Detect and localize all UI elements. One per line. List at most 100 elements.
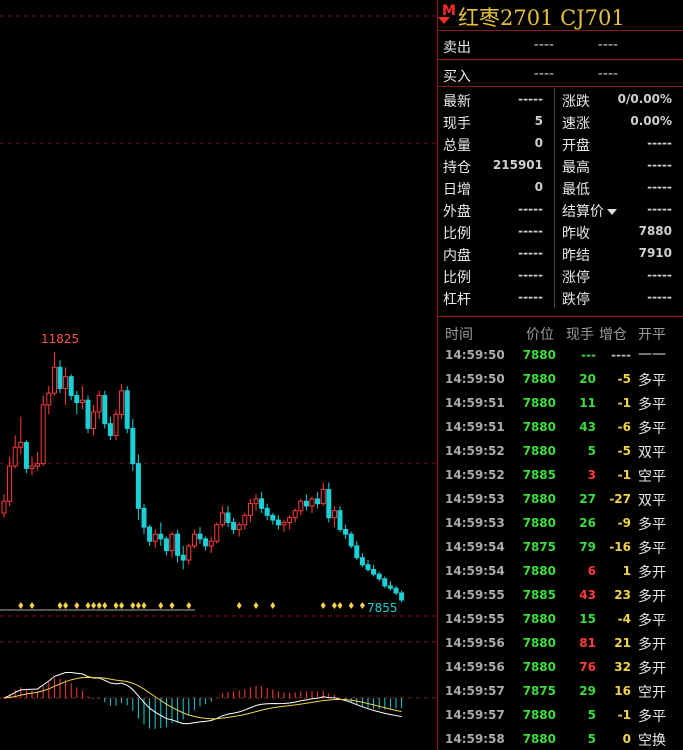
tick-volume: 5 [587, 444, 596, 458]
candle-body [376, 573, 382, 580]
tick-price: 7880 [522, 612, 556, 626]
candle-body [197, 533, 203, 540]
ask-price: ---- [533, 37, 554, 53]
signal-diamond [270, 602, 276, 609]
candle-body [163, 538, 169, 552]
tick-open-close: 多平 [638, 373, 666, 389]
quote-row: 日增 0 [443, 176, 543, 198]
tick-time: 14:59:56 [445, 660, 505, 674]
tick-oi-change: 23 [614, 588, 631, 602]
tick-oi-change: 1 [622, 564, 631, 578]
tick-price: 7880 [522, 396, 556, 410]
candle-body [135, 463, 141, 509]
quote-value: ----- [647, 136, 672, 150]
quote-label: 比例 [443, 226, 471, 242]
tick-open-close: 多平 [638, 397, 666, 413]
signal-diamond [63, 602, 69, 609]
tick-oi-change: ---- [611, 348, 631, 362]
bid-price: ---- [533, 66, 554, 82]
quote-row: 杠杆 ----- [443, 286, 543, 308]
quote-panel: M 红枣2701 CJ701 卖出 ---- ---- 买入 ---- ----… [437, 0, 683, 750]
col-time: 时间 [445, 327, 473, 343]
tick-time: 14:59:52 [445, 444, 505, 458]
tick-time: 14:59:50 [445, 372, 505, 386]
tick-volume: 79 [579, 540, 596, 554]
candle-body [152, 533, 158, 542]
candle-body [74, 394, 80, 404]
tick-open-close: 空平 [638, 469, 666, 485]
candle-body [147, 526, 153, 542]
quote-row: 内盘 ----- [443, 242, 543, 264]
signal-diamond [96, 602, 102, 609]
quote-row: 最新 ----- [443, 88, 543, 110]
kline-chart[interactable]: 11825 7855 [0, 0, 437, 750]
candle-body [247, 503, 253, 516]
candle-body [119, 390, 125, 415]
candle-body [371, 568, 377, 575]
tick-row: 14:59:54 7875 79 -16 多平 [438, 535, 683, 559]
tick-volume: 26 [579, 516, 596, 530]
ask-volume: ---- [597, 37, 618, 53]
kline-chart-area[interactable]: 11825 7855 [0, 0, 437, 750]
high-price-label: 11825 [41, 332, 79, 346]
candle-body [387, 585, 393, 589]
signal-diamond [119, 602, 125, 609]
quote-label: 结算价 [562, 201, 617, 221]
candle-body [85, 399, 91, 429]
candle-body [253, 498, 259, 505]
candle-body [236, 524, 242, 530]
tick-time: 14:59:51 [445, 396, 505, 410]
quote-row: 昨收 7880 [562, 220, 672, 242]
ask-row: 卖出 ---- ---- [438, 31, 683, 59]
signal-diamond [337, 602, 343, 609]
candle-body [393, 587, 399, 594]
signal-diamond [113, 602, 119, 609]
signal-diamond [18, 602, 24, 609]
signal-diamond [236, 602, 242, 609]
column-divider [554, 88, 555, 308]
tick-open-close: 多开 [638, 565, 666, 581]
signal-diamond [320, 602, 326, 609]
dropdown-arrow-icon[interactable] [438, 17, 450, 24]
candle-body [337, 510, 343, 530]
tick-volume: 27 [579, 492, 596, 506]
quote-label: 跌停 [562, 292, 590, 308]
quote-label: 现手 [443, 116, 471, 132]
candle-body [96, 394, 102, 413]
signal-diamond [102, 602, 108, 609]
quote-label: 比例 [443, 270, 471, 286]
col-open-close: 开平 [638, 327, 666, 343]
tick-open-close: 多平 [638, 517, 666, 533]
tick-row: 14:59:53 7880 27 -27 双平 [438, 487, 683, 511]
signal-diamond [141, 602, 147, 609]
quote-row: 比例 ----- [443, 264, 543, 286]
tick-open-close: 多平 [638, 421, 666, 437]
col-price: 价位 [526, 327, 554, 343]
tick-oi-change: -27 [609, 492, 631, 506]
candle-body [275, 519, 281, 526]
candle-body [35, 463, 41, 467]
instrument-title: 红枣2701 CJ701 [458, 6, 625, 30]
tick-open-close: 多平 [638, 709, 666, 725]
tick-oi-change: -6 [617, 420, 631, 434]
tick-price: 7875 [522, 684, 556, 698]
candle-body [203, 538, 209, 547]
quote-row: 总量 0 [443, 132, 543, 154]
signal-diamond [135, 602, 141, 609]
signal-diamond [348, 602, 354, 609]
candle-body [141, 507, 147, 528]
divider [438, 316, 683, 317]
quote-value: ----- [647, 202, 672, 216]
quote-value: 5 [534, 114, 543, 128]
tick-table-header: 时间 价位 现手 增仓 开平 [438, 322, 683, 344]
candle-body [169, 533, 175, 552]
candle-body [214, 524, 220, 542]
signal-diamond [186, 602, 192, 609]
quote-label: 涨跌 [562, 94, 590, 110]
tick-time: 14:59:50 [445, 348, 505, 362]
dropdown-triangle-icon[interactable] [607, 209, 617, 215]
candle-body [242, 514, 248, 526]
candle-body [365, 564, 371, 570]
quote-value: ----- [647, 290, 672, 304]
quote-value: ----- [518, 224, 543, 238]
